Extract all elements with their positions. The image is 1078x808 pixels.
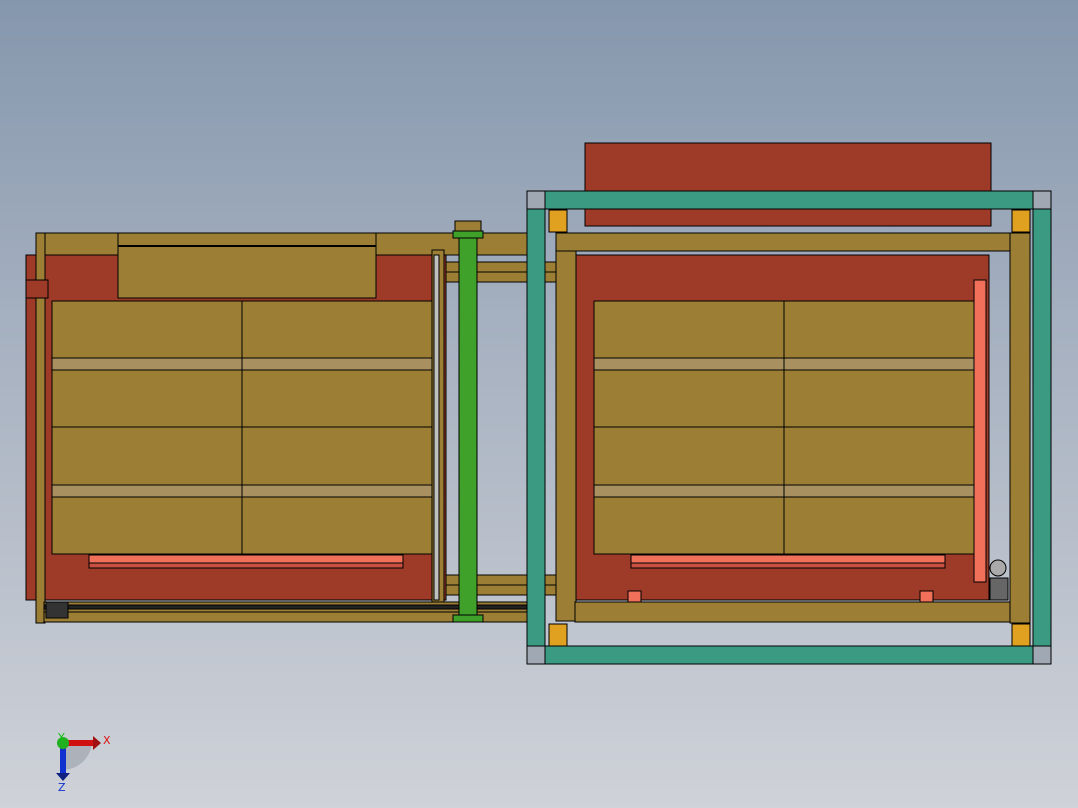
z-axis-label: Z [58, 781, 66, 794]
y-axis-label: Y [57, 731, 65, 744]
right-top-red-panel [584, 142, 992, 227]
right-motor [989, 559, 1007, 577]
right-module [555, 142, 1031, 624]
cad-model-viewport[interactable]: X Y Z [0, 0, 1078, 808]
left-top-hopper [117, 232, 377, 299]
x-axis-label: X [103, 734, 111, 747]
left-salmon-bar [88, 554, 404, 564]
right-salmon-side-bar [973, 279, 987, 583]
right-salmon-bar [630, 554, 946, 564]
left-tiles [51, 300, 433, 555]
right-tiles [593, 300, 975, 555]
axis-triad[interactable]: X Y Z [56, 731, 111, 794]
left-motor [45, 601, 69, 619]
